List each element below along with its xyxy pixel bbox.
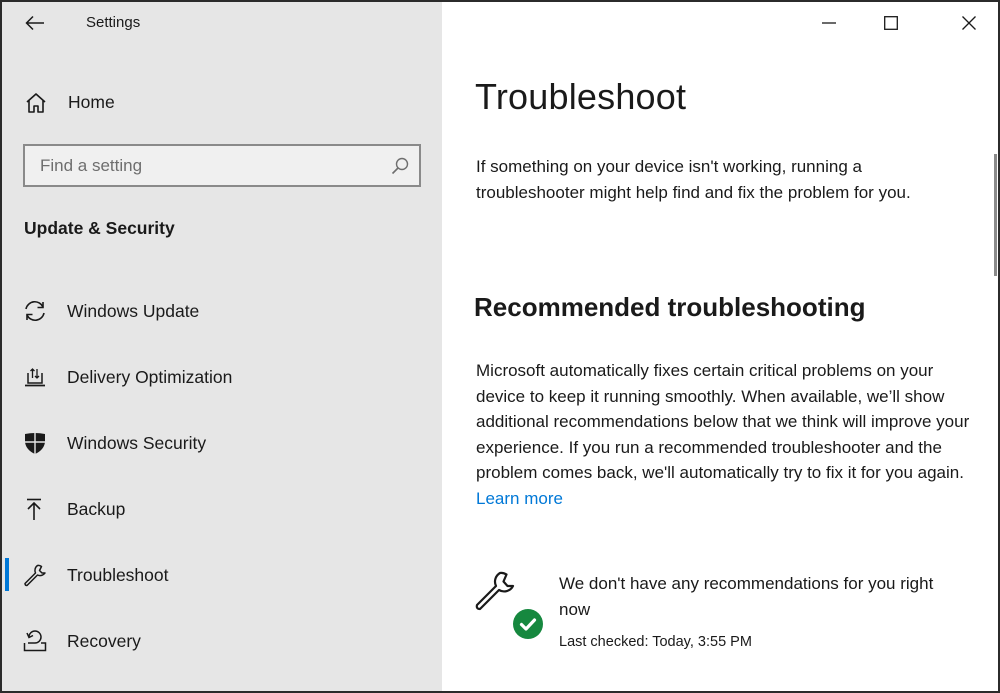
sidebar-item-windows-update[interactable]: Windows Update (2, 289, 442, 333)
status-message: We don't have any recommendations for yo… (559, 574, 934, 619)
sidebar-item-label: Delivery Optimization (67, 367, 233, 387)
shield-icon (25, 433, 45, 454)
troubleshoot-status-icon (475, 571, 543, 639)
recommended-description-text: Microsoft automatically fixes certain cr… (476, 361, 970, 482)
sidebar-item-recovery[interactable]: Recovery (2, 619, 442, 663)
sidebar-item-label: Backup (67, 499, 126, 519)
close-button[interactable] (938, 2, 998, 44)
sidebar-item-label: Home (68, 92, 115, 112)
minimize-icon (822, 22, 836, 24)
main-content: Troubleshoot If something on your device… (442, 2, 998, 691)
maximize-button[interactable] (860, 2, 922, 44)
search-box (23, 144, 421, 187)
sidebar-item-windows-security[interactable]: Windows Security (2, 421, 442, 465)
recommended-heading: Recommended troubleshooting (474, 292, 866, 322)
delivery-optimization-icon (25, 368, 45, 387)
sidebar-item-delivery-optimization[interactable]: Delivery Optimization (2, 355, 442, 399)
sidebar: Settings Home Update & Security Window (2, 2, 442, 691)
backup-upload-icon (27, 498, 41, 520)
recommended-description: Microsoft automatically fixes certain cr… (476, 358, 971, 511)
recovery-icon (23, 630, 47, 652)
sidebar-item-label: Troubleshoot (67, 565, 169, 585)
intro-text: If something on your device isn't workin… (476, 157, 911, 202)
check-circle-icon (513, 609, 543, 639)
sidebar-item-backup[interactable]: Backup (2, 487, 442, 531)
sidebar-item-home[interactable]: Home (2, 82, 442, 122)
last-checked-text: Last checked: Today, 3:55 PM (559, 634, 752, 650)
search-input[interactable] (25, 146, 419, 185)
settings-window: Settings Home Update & Security Window (0, 0, 1000, 693)
wrench-icon (475, 571, 515, 611)
sidebar-item-label: Recovery (67, 631, 141, 651)
back-arrow-icon (25, 15, 44, 31)
learn-more-link[interactable]: Learn more (476, 489, 563, 508)
minimize-button[interactable] (798, 2, 860, 44)
sidebar-item-label: Windows Security (67, 433, 207, 453)
section-title: Update & Security (24, 218, 175, 238)
maximize-icon (884, 16, 898, 30)
back-button[interactable] (18, 8, 52, 38)
sidebar-item-troubleshoot[interactable]: Troubleshoot (2, 553, 442, 597)
app-title: Settings (86, 14, 141, 31)
home-icon (26, 93, 46, 113)
active-indicator (5, 558, 9, 591)
sidebar-item-label: Windows Update (67, 301, 200, 321)
close-icon (962, 16, 976, 30)
search-icon[interactable] (390, 156, 410, 176)
wrench-icon (24, 564, 46, 587)
sync-icon (25, 301, 45, 321)
page-title: Troubleshoot (475, 76, 687, 117)
scrollbar-thumb[interactable] (994, 154, 997, 276)
